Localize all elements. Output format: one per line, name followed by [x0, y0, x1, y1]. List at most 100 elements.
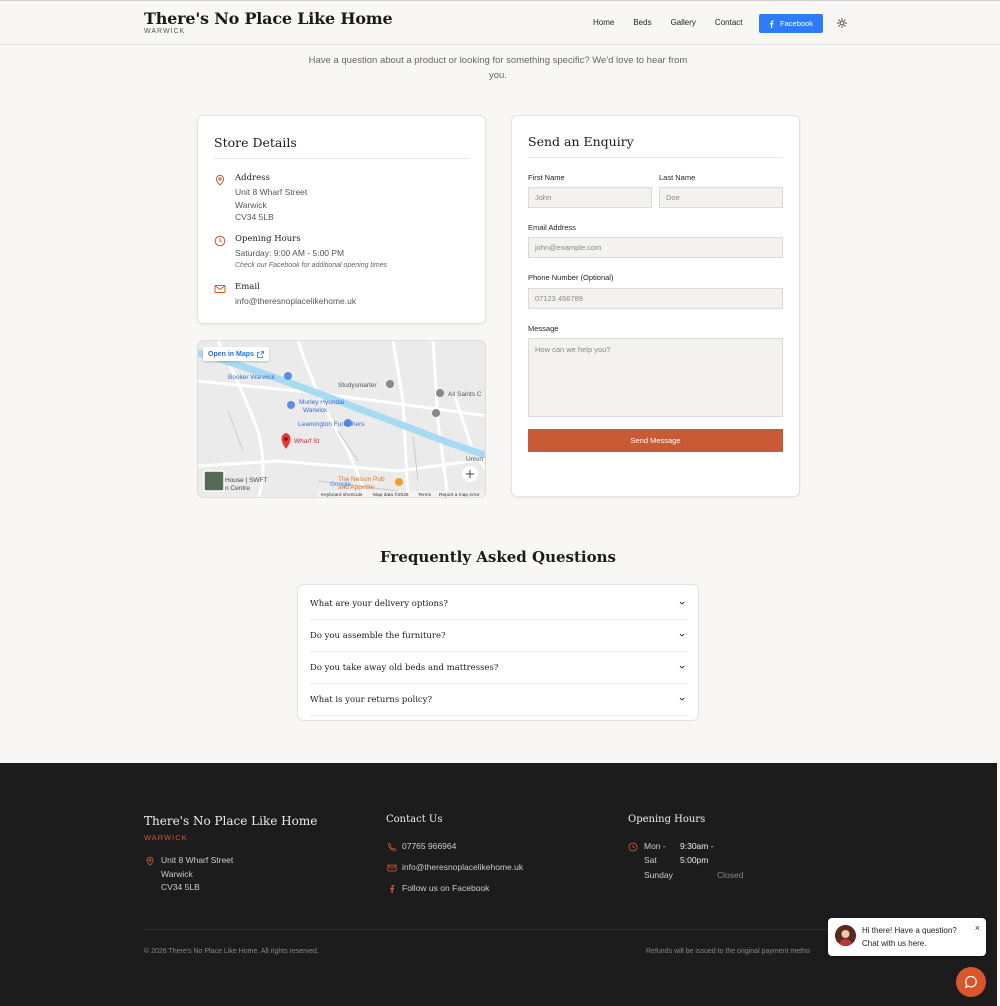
footer-refund-note: Refunds will be issued to the original p… [646, 948, 810, 955]
footer-sunday-closed: Closed [717, 870, 744, 880]
brand-subtitle: WARWICK [144, 28, 186, 35]
map-label-union: Union [466, 456, 483, 463]
main-nav: Home Beds Gallery Contact [593, 18, 762, 27]
chat-line: Chat with us here. [862, 938, 927, 948]
avatar [835, 925, 856, 946]
faq-item[interactable]: What is your returns policy? [310, 684, 687, 716]
address-line: CV34 5LB [235, 212, 274, 222]
map-label-allsaints: All Saints C [448, 391, 482, 398]
map-data: Map data ©2026 [373, 491, 409, 498]
store-map[interactable]: Booker Warwick Studysmarter All Saints C… [197, 340, 486, 498]
map-label-house: House | SWFT [225, 477, 268, 484]
hours-time: 9:30am - [680, 841, 714, 851]
hours-day: Sat [644, 854, 657, 865]
footer-hours-times: 9:30am - 5:00pm [680, 840, 714, 867]
chevron-down-icon [679, 697, 685, 701]
phone-input[interactable]: 07123 456789 [528, 288, 783, 309]
faq-question: What is your returns policy? [310, 694, 433, 705]
map-label-wharf: Wharf St [294, 438, 319, 445]
map-report[interactable]: Report a map error [439, 492, 480, 498]
phone-label: Phone Number (Optional) [528, 273, 614, 282]
address-line: Unit 8 Wharf Street [235, 187, 308, 197]
nav-gallery[interactable]: Gallery [671, 18, 696, 27]
facebook-button[interactable]: Facebook [759, 14, 823, 33]
faq-title: Frequently Asked Questions [380, 548, 616, 566]
chat-close-button[interactable]: × [975, 923, 980, 933]
chat-line: Hi there! Have a question? [862, 926, 957, 935]
email-value[interactable]: info@theresnoplacelikehome.uk [235, 295, 454, 308]
address-block: Address Unit 8 Wharf Street Warwick CV34… [214, 173, 454, 224]
address-label: Address [235, 173, 270, 183]
facebook-icon [390, 885, 395, 894]
hours-day: Mon - [644, 841, 666, 851]
faq-list: What are your delivery options? Do you a… [297, 584, 699, 721]
open-in-maps-label: Open in Maps [208, 350, 254, 358]
last-name-input[interactable]: Doe [659, 187, 783, 208]
chat-launcher-button[interactable] [956, 967, 986, 997]
facebook-icon [769, 20, 774, 28]
faq-question: What are your delivery options? [310, 598, 448, 609]
chevron-down-icon [679, 601, 685, 605]
map-terms[interactable]: Terms [418, 492, 432, 498]
send-message-button[interactable]: Send Message [528, 429, 783, 452]
footer-brand-sub: WARWICK [144, 833, 188, 842]
map-label-house-2: n Centre [225, 485, 250, 492]
enquiry-title: Send an Enquiry [528, 134, 634, 149]
footer-sunday: Sunday [644, 870, 673, 880]
map-label-studysmarter: Studysmarter [338, 382, 377, 389]
nav-contact[interactable]: Contact [715, 18, 743, 27]
footer-email[interactable]: info@theresnoplacelikehome.uk [402, 861, 523, 875]
email-label: Email [235, 282, 260, 292]
first-name-label: First Name [528, 173, 565, 182]
footer-brand: There's No Place Like Home [144, 814, 318, 828]
chat-message: Hi there! Have a question? Chat with us … [862, 925, 957, 950]
map-label-booker: Booker Warwick [228, 374, 275, 381]
phone-icon [387, 842, 397, 852]
footer-address: Unit 8 Wharf Street Warwick CV34 5LB [161, 854, 233, 895]
map-keyboard-shortcuts[interactable]: Keyboard shortcuts [321, 492, 363, 498]
faq-item[interactable]: What are your delivery options? [310, 588, 687, 620]
first-name-input[interactable]: John [528, 187, 652, 208]
map-label-murley-2: Warwick [303, 407, 328, 414]
footer-divider [144, 929, 830, 930]
nav-home[interactable]: Home [593, 18, 614, 27]
footer-address-line: Warwick [161, 868, 193, 879]
address-value: Unit 8 Wharf Street Warwick CV34 5LB [235, 186, 454, 224]
divider [528, 157, 783, 158]
chat-popup[interactable]: Hi there! Have a question? Chat with us … [828, 918, 986, 956]
email-address-label: Email Address [528, 223, 576, 232]
facebook-button-label: Facebook [780, 19, 813, 28]
footer-facebook-link[interactable]: Follow us on Facebook [402, 882, 489, 896]
clock-icon [628, 842, 638, 852]
mail-icon [387, 864, 397, 872]
chat-icon [964, 975, 977, 989]
store-details-card: Store Details Address Unit 8 Wharf Stree… [197, 115, 486, 324]
external-link-icon [257, 350, 264, 358]
brand[interactable]: There's No Place Like Home WARWICK [144, 9, 393, 35]
faq-item[interactable]: Do you take away old beds and mattresses… [310, 652, 687, 684]
hours-label: Opening Hours [235, 234, 301, 244]
hours-note: Check our Facebook for additional openin… [235, 261, 388, 269]
footer-phone[interactable]: 07765 966964 [402, 840, 456, 854]
address-line: Warwick [235, 199, 267, 210]
site-header: There's No Place Like Home WARWICK Home … [0, 0, 1000, 45]
chevron-down-icon [679, 665, 685, 669]
map-label-leamington: Leamington Furnishers [298, 421, 365, 428]
nav-beds[interactable]: Beds [633, 18, 651, 27]
theme-toggle-sun-icon[interactable] [837, 18, 847, 28]
map-pin-icon [146, 856, 154, 866]
email-input[interactable]: john@example.com [528, 237, 783, 258]
open-in-maps-button[interactable]: Open in Maps [203, 347, 269, 361]
brand-title[interactable]: There's No Place Like Home [144, 9, 393, 28]
footer-hours-title: Opening Hours [628, 814, 706, 825]
hours-time: 5:00pm [680, 854, 709, 865]
hours-value: Saturday: 9:00 AM - 5:00 PM [235, 248, 345, 258]
map-pin-icon [215, 174, 225, 186]
faq-question: Do you take away old beds and mattresses… [310, 662, 499, 673]
faq-item[interactable]: Do you assemble the furniture? [310, 620, 687, 652]
footer-copyright: © 2026 There's No Place Like Home. All r… [144, 948, 319, 955]
map-canvas[interactable]: Booker Warwick Studysmarter All Saints C… [198, 341, 486, 498]
map-google-logo: Google [330, 481, 351, 488]
mail-icon [214, 285, 226, 293]
message-textarea[interactable]: How can we help you? [528, 338, 783, 417]
